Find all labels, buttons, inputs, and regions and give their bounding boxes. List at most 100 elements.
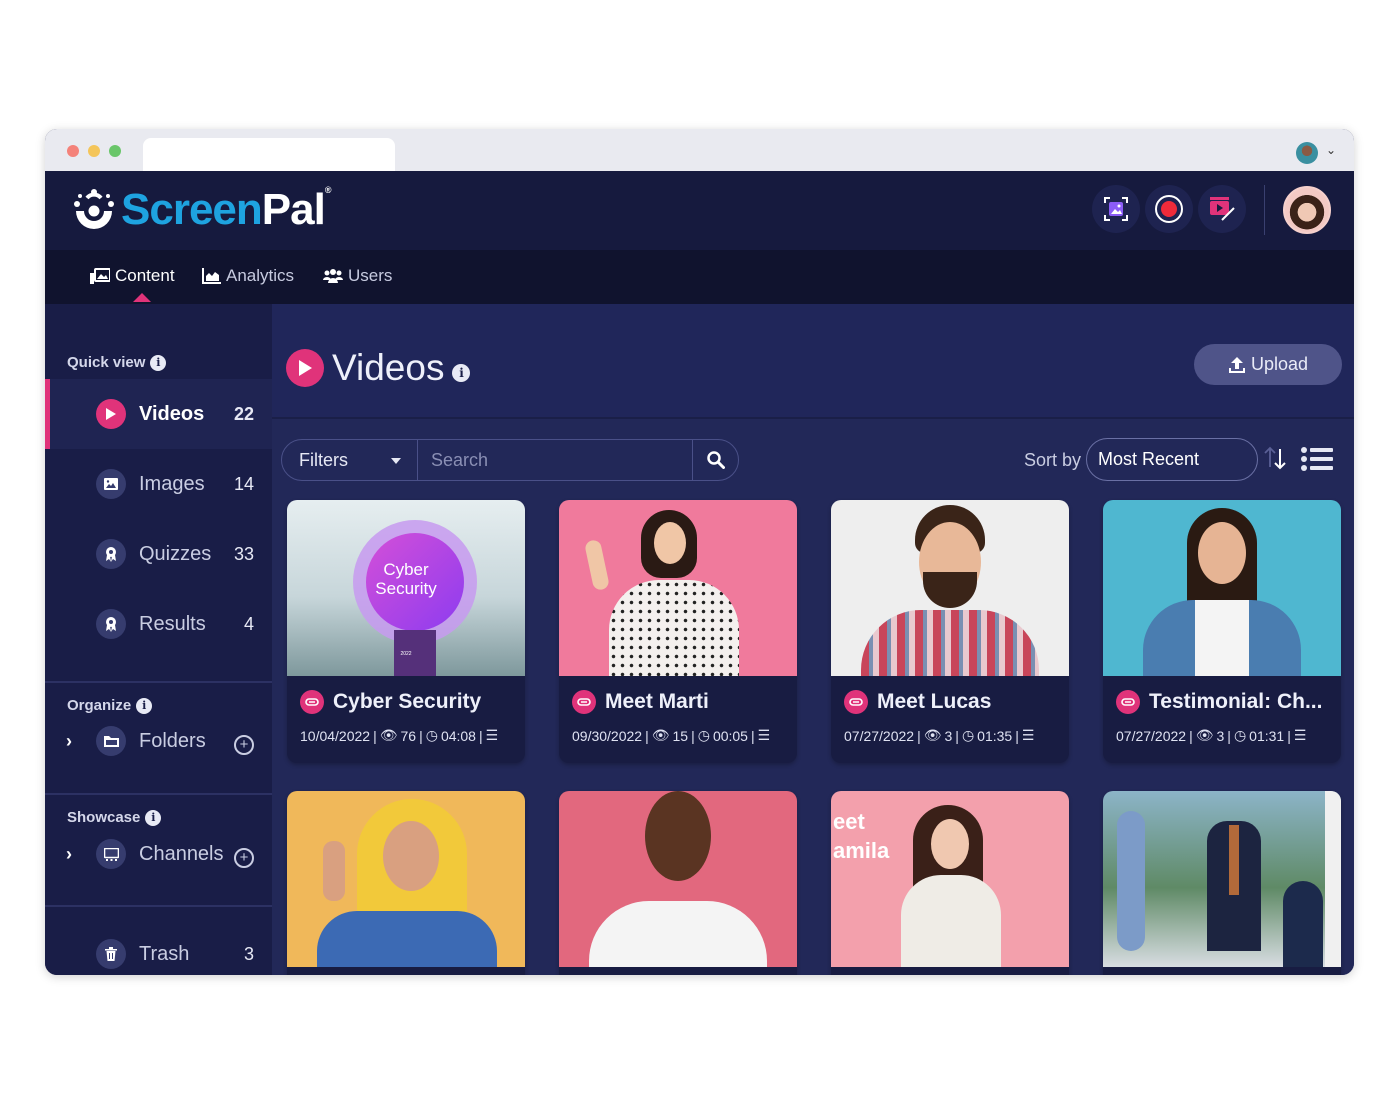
thumbnail-text: amila [833, 838, 890, 863]
add-folder-button[interactable]: + [234, 735, 254, 755]
screenpal-logo[interactable]: ScreenPal® [71, 185, 331, 235]
search-button[interactable] [693, 440, 738, 480]
upload-button[interactable]: Upload [1194, 344, 1342, 385]
video-thumbnail[interactable] [559, 500, 797, 676]
upload-label: Upload [1250, 354, 1309, 374]
trash-icon [96, 939, 126, 969]
link-icon[interactable] [1116, 690, 1140, 714]
video-card[interactable]: Meet Marti 09/30/2022 | 👁 15 | ◷ 00:05 | ☰ [559, 500, 797, 763]
video-edit-icon [1210, 197, 1235, 221]
menu-icon[interactable]: ☰ [1294, 727, 1307, 744]
close-window-button[interactable] [67, 145, 79, 157]
video-card[interactable]: Meet Lucas 07/27/2022 | 👁 3 | ◷ 01:35 | ☰ [831, 500, 1069, 763]
sidebar-item-channels[interactable]: › Channels + [45, 824, 272, 884]
nav-tab-content[interactable]: Content [90, 266, 175, 286]
minimize-window-button[interactable] [88, 145, 100, 157]
nav-tab-analytics[interactable]: Analytics [202, 266, 294, 286]
record-icon [1155, 195, 1183, 223]
header-divider [1264, 185, 1265, 235]
quick-view-heading: Quick view i [67, 354, 167, 371]
content-icon [90, 268, 110, 284]
video-thumbnail[interactable] [1103, 500, 1341, 676]
menu-icon[interactable]: ☰ [486, 727, 499, 744]
chevron-down-icon[interactable]: ⌄ [1326, 143, 1336, 157]
sidebar-item-quizzes[interactable]: Quizzes 33 [45, 519, 272, 589]
sidebar-item-count: 4 [243, 613, 254, 634]
link-icon[interactable] [572, 690, 596, 714]
video-card[interactable] [559, 791, 797, 975]
logo-icon [71, 187, 117, 233]
folder-icon [96, 726, 126, 756]
eye-icon: 👁 [923, 727, 942, 743]
search-bar: Filters [281, 439, 739, 481]
play-icon [286, 349, 324, 387]
list-view-button[interactable] [1301, 447, 1333, 476]
video-meta: 07/27/2022 | 👁 3 | ◷ 01:31 | ☰ [1116, 727, 1307, 744]
browser-chrome: ⌄ [45, 129, 1354, 171]
eye-icon: 👁 [651, 727, 670, 743]
sidebar-item-label: Results [139, 612, 206, 635]
video-editor-button[interactable] [1198, 185, 1246, 233]
image-icon [96, 469, 126, 499]
user-avatar[interactable] [1283, 186, 1331, 234]
chevron-right-icon[interactable]: › [66, 844, 72, 865]
sort-dropdown[interactable]: Most Recent [1086, 438, 1258, 481]
add-channel-button[interactable]: + [234, 848, 254, 868]
video-card[interactable] [1103, 791, 1341, 975]
sidebar-item-label: Channels [139, 842, 224, 865]
video-thumbnail[interactable] [831, 500, 1069, 676]
browser-tab[interactable] [143, 138, 395, 171]
link-icon[interactable] [300, 690, 324, 714]
link-icon[interactable] [844, 690, 868, 714]
search-icon [706, 451, 725, 469]
logo-text: ScreenPal® [121, 185, 331, 234]
sidebar-item-label: Trash [139, 942, 190, 965]
video-card[interactable] [287, 791, 525, 975]
video-thumbnail[interactable] [1103, 791, 1341, 967]
sidebar-item-videos[interactable]: Videos 22 [45, 379, 272, 449]
screenshot-button[interactable] [1092, 185, 1140, 233]
video-card[interactable]: Cyber Security 2022 Cyber Security 10/04… [287, 500, 525, 763]
menu-icon[interactable]: ☰ [1022, 727, 1035, 744]
main-content: Videos i Upload Filters Sort by Most Rec… [272, 304, 1354, 975]
video-title[interactable]: Meet Marti [605, 690, 709, 714]
sidebar-item-count: 22 [233, 403, 254, 424]
nav-tab-users[interactable]: Users [323, 266, 392, 286]
sort-value: Most Recent [1098, 449, 1200, 469]
page-header: Videos i Upload [272, 304, 1354, 419]
video-card[interactable]: Testimonial: Ch... 07/27/2022 | 👁 3 | ◷ 01:3… [1103, 500, 1341, 763]
sidebar-item-folders[interactable]: › Folders + [45, 711, 272, 771]
browser-profile-avatar[interactable] [1296, 142, 1318, 164]
video-thumbnail[interactable]: eet amila [831, 791, 1069, 967]
video-thumbnail[interactable]: Cyber Security 2022 [287, 500, 525, 676]
video-thumbnail[interactable] [559, 791, 797, 967]
chevron-right-icon[interactable]: › [66, 731, 72, 752]
info-icon[interactable]: i [150, 354, 167, 371]
sidebar-item-images[interactable]: Images 14 [45, 449, 272, 519]
app-header: ScreenPal® [45, 171, 1354, 250]
maximize-window-button[interactable] [109, 145, 121, 157]
menu-icon[interactable]: ☰ [758, 727, 771, 744]
search-input[interactable] [418, 440, 693, 480]
divider [45, 905, 272, 907]
video-thumbnail[interactable] [287, 791, 525, 967]
sidebar: Quick view i Videos 22 Images 14 Quizzes … [45, 304, 272, 975]
video-title[interactable]: Meet Lucas [877, 690, 991, 714]
record-button[interactable] [1145, 185, 1193, 233]
video-card[interactable]: eet amila [831, 791, 1069, 975]
video-title[interactable]: Testimonial: Ch... [1149, 690, 1322, 714]
thumbnail-text: eet [833, 809, 865, 834]
sidebar-item-results[interactable]: Results 4 [45, 589, 272, 659]
filters-label: Filters [299, 449, 348, 470]
filters-dropdown[interactable]: Filters [282, 440, 418, 480]
video-date: 07/27/2022 [844, 727, 915, 744]
upload-icon [1228, 356, 1245, 373]
award-icon [96, 539, 126, 569]
sidebar-item-trash[interactable]: Trash 3 [45, 924, 272, 975]
video-title[interactable]: Cyber Security [333, 690, 481, 714]
info-icon[interactable]: i [452, 364, 471, 382]
sidebar-item-count: 3 [243, 943, 254, 964]
eye-icon: 👁 [379, 727, 398, 743]
sort-direction-button[interactable] [1262, 445, 1290, 476]
thumbnail-text: 2022 [400, 651, 412, 657]
